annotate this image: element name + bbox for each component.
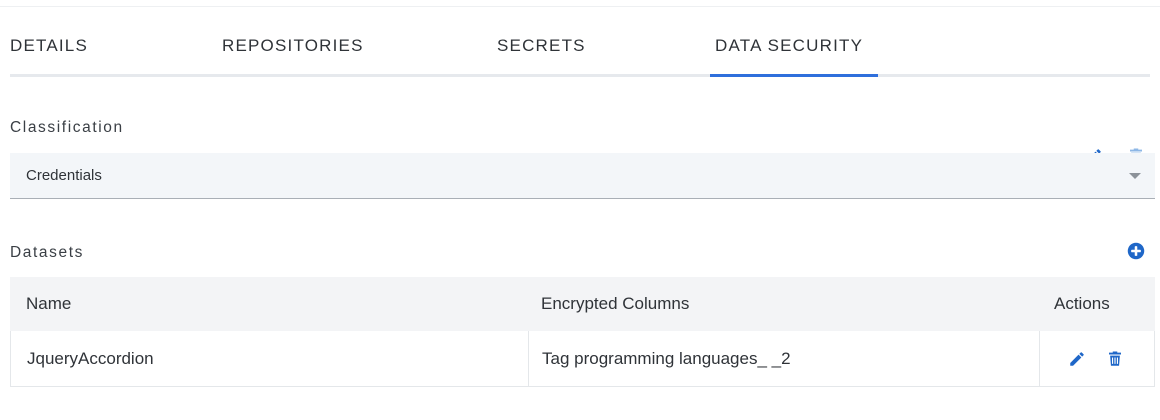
trash-icon[interactable] — [1104, 348, 1126, 370]
column-header-encrypted-columns: Encrypted Columns — [541, 294, 690, 313]
chevron-down-icon — [1129, 173, 1141, 179]
top-divider — [0, 6, 1160, 7]
row-actions — [1066, 348, 1126, 370]
datasets-label: Datasets — [10, 244, 84, 261]
plus-circle-icon[interactable] — [1125, 240, 1147, 262]
tab-secrets[interactable]: SECRETS — [497, 36, 586, 76]
classification-select[interactable]: Credentials — [10, 153, 1155, 199]
data-security-page: DETAILS REPOSITORIES SECRETS DATA SECURI… — [0, 0, 1160, 420]
table-row: JqueryAccordion Tag programming language… — [10, 331, 1155, 387]
tab-details[interactable]: DETAILS — [10, 36, 88, 76]
column-divider — [1039, 331, 1040, 386]
tab-data-security[interactable]: DATA SECURITY — [715, 36, 863, 76]
classification-label: Classification — [10, 119, 124, 136]
tab-bar: DETAILS REPOSITORIES SECRETS DATA SECURI… — [10, 22, 1150, 78]
column-header-name: Name — [26, 294, 72, 313]
tab-bar-divider — [10, 74, 1150, 77]
active-tab-indicator — [710, 74, 878, 77]
table-header-row: Name Encrypted Columns Actions — [10, 277, 1155, 331]
column-header-actions: Actions — [1054, 294, 1110, 313]
dataset-name-cell: JqueryAccordion — [27, 348, 154, 368]
column-divider — [528, 331, 529, 386]
encrypted-columns-cell: Tag programming languages_ _2 — [542, 348, 791, 368]
pencil-icon[interactable] — [1066, 348, 1088, 370]
datasets-table: Name Encrypted Columns Actions JqueryAcc… — [10, 277, 1155, 387]
classification-selected-value: Credentials — [26, 167, 102, 184]
tab-repositories[interactable]: REPOSITORIES — [222, 36, 364, 76]
